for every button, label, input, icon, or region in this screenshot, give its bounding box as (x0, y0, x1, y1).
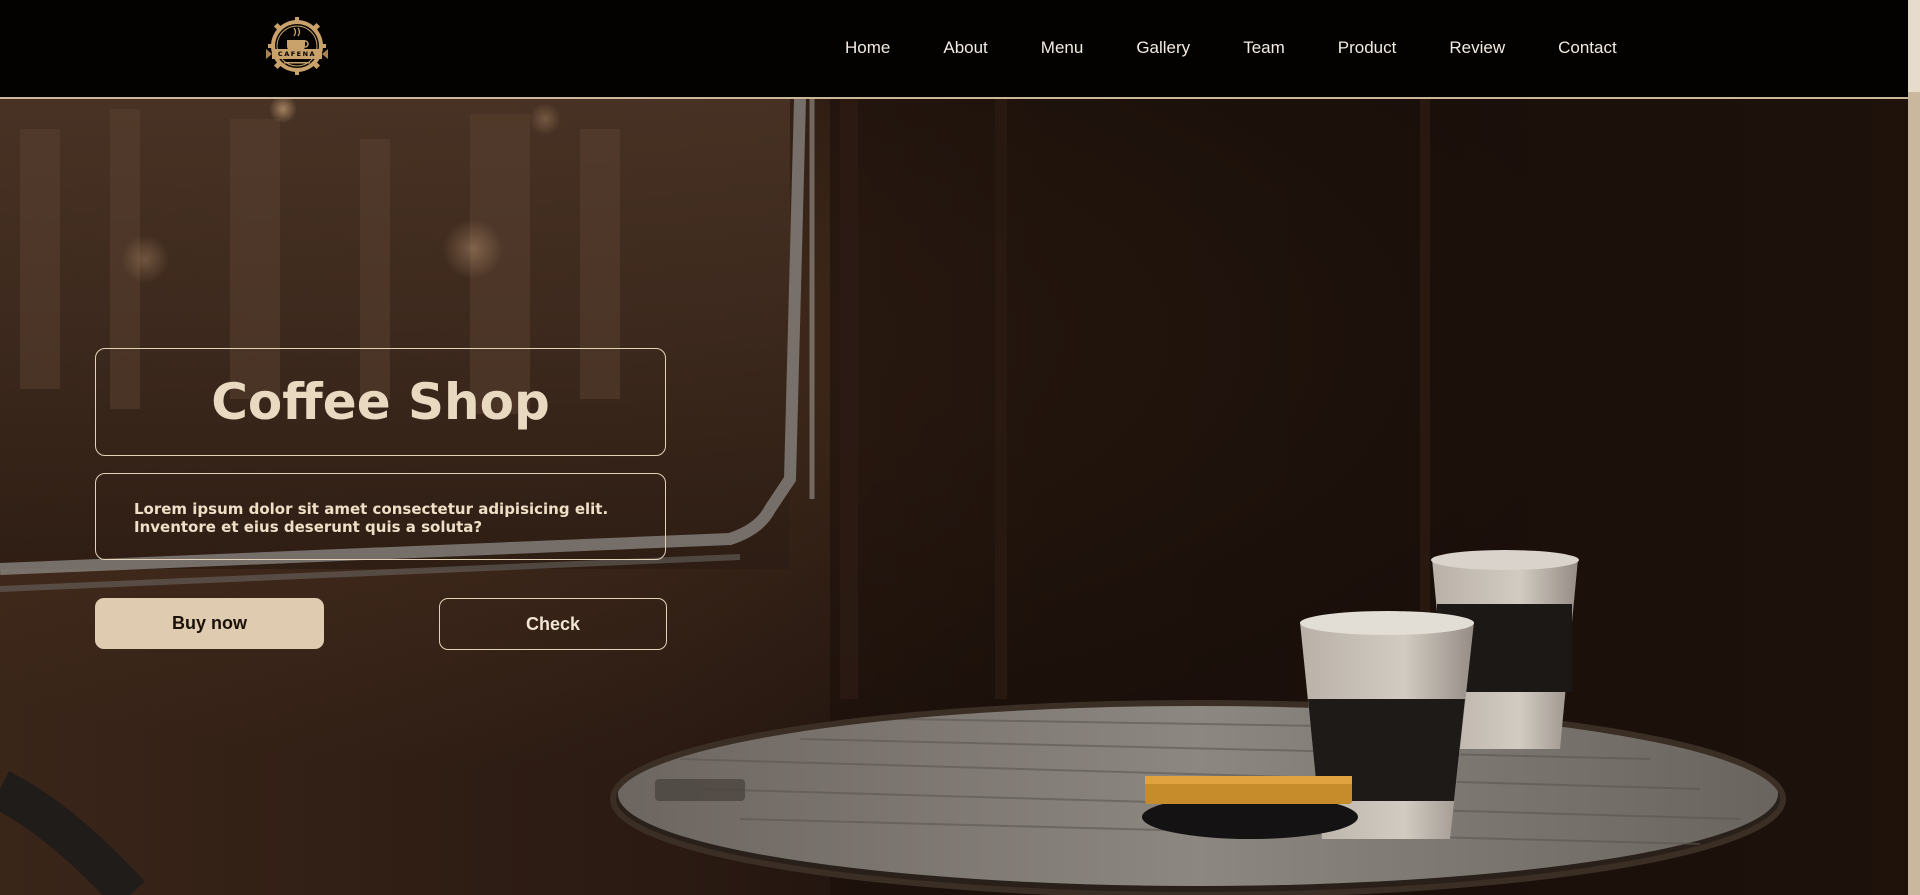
nav-item-contact[interactable]: Contact (1558, 38, 1617, 58)
nav-item-review[interactable]: Review (1449, 38, 1505, 58)
nav-item-home[interactable]: Home (845, 38, 890, 58)
check-button[interactable]: Check (439, 598, 667, 650)
main-nav: Home About Menu Gallery Team Product Rev… (845, 38, 1617, 58)
page: CAFENA Home About Menu Gallery Team Prod… (0, 0, 1920, 895)
nav-item-team[interactable]: Team (1243, 38, 1285, 58)
site-header: CAFENA Home About Menu Gallery Team Prod… (0, 0, 1908, 99)
nav-item-about[interactable]: About (943, 38, 987, 58)
hero-description: Lorem ipsum dolor sit amet consectetur a… (134, 500, 609, 536)
logo-text: CAFENA (277, 50, 317, 58)
nav-item-menu[interactable]: Menu (1041, 38, 1084, 58)
nav-item-product[interactable]: Product (1338, 38, 1397, 58)
scrollbar-track[interactable] (1908, 0, 1920, 895)
hero-section: Coffee Shop Lorem ipsum dolor sit amet c… (0, 99, 1908, 895)
nav-item-gallery[interactable]: Gallery (1136, 38, 1190, 58)
hero-title: Coffee Shop (211, 373, 550, 431)
scrollbar-thumb[interactable] (1908, 0, 1920, 92)
buy-now-button[interactable]: Buy now (95, 598, 324, 649)
hero-description-box: Lorem ipsum dolor sit amet consectetur a… (95, 473, 666, 560)
cafena-logo[interactable]: CAFENA (262, 16, 332, 76)
hero-title-box: Coffee Shop (95, 348, 666, 456)
